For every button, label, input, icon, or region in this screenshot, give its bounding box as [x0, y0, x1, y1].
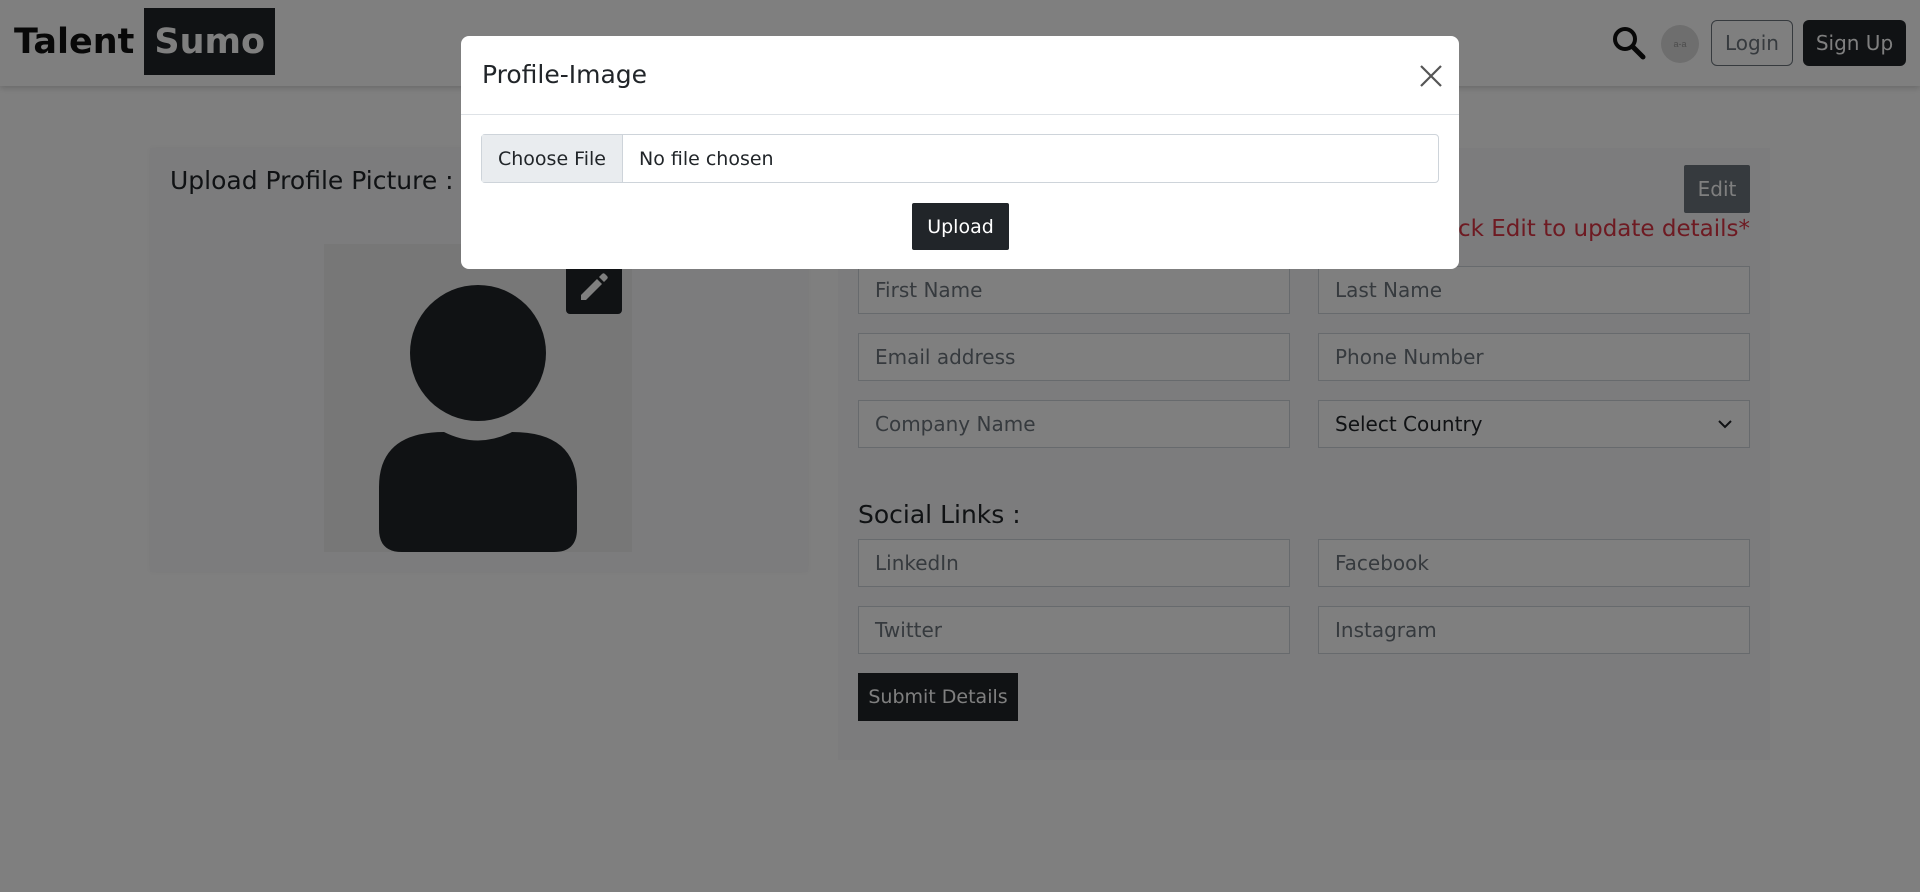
modal-title: Profile-Image — [482, 60, 648, 89]
choose-file-button[interactable]: Choose File — [482, 135, 623, 182]
modal-header: Profile-Image — [461, 36, 1459, 115]
file-input[interactable]: Choose File No file chosen — [481, 134, 1439, 183]
file-status: No file chosen — [638, 147, 774, 170]
close-icon[interactable] — [1417, 62, 1445, 90]
upload-button[interactable]: Upload — [912, 203, 1009, 250]
profile-image-modal: Profile-Image Choose File No file chosen… — [461, 36, 1459, 269]
